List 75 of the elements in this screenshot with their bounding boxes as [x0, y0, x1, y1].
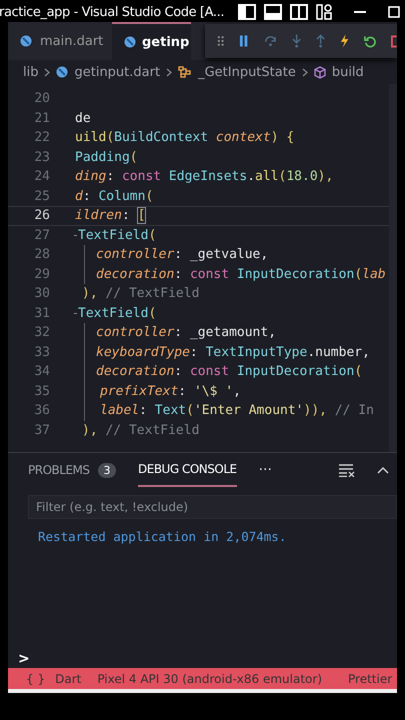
device-status[interactable]: Pixel 4 API 30 (android-x86 emulator) [97, 672, 322, 686]
filter-field[interactable]: Filter (e.g. text, !exclude) [28, 495, 397, 519]
indent-guide [74, 234, 77, 236]
code-line: de [75, 110, 91, 126]
step-into-icon[interactable] [292, 34, 301, 48]
code-line: ildren: [ [75, 208, 146, 224]
breadcrumb-item[interactable]: _GetInputState [198, 64, 296, 80]
code-line: TextField( [78, 306, 156, 321]
line-number: 29 [33, 266, 50, 282]
count-badge: 3 [98, 462, 116, 478]
code-line: TextField( [78, 228, 156, 243]
layout-icon[interactable] [290, 4, 308, 20]
drag-handle-icon[interactable] [217, 35, 224, 47]
braces-icon[interactable]: { } [26, 672, 46, 686]
formatter-status[interactable]: Prettier [348, 672, 392, 686]
chevron-up-icon[interactable] [377, 466, 389, 474]
line-number: 35 [33, 384, 50, 399]
line-number: 33 [33, 344, 50, 360]
console-output: Restarted application in 2,074ms. [38, 529, 288, 544]
line-number: 22 [33, 130, 50, 146]
code-line: ), // TextField [82, 286, 200, 302]
console-prompt[interactable]: > [18, 651, 30, 667]
line-number: 28 [33, 247, 50, 262]
chevron-icon [302, 68, 308, 76]
line-number: 37 [33, 422, 50, 438]
layout-icon[interactable] [238, 4, 256, 20]
line-number: 36 [33, 403, 50, 418]
breadcrumb-item[interactable]: getinput.dart [74, 64, 160, 80]
line-number: 24 [33, 169, 50, 184]
line-number: 31 [33, 306, 50, 321]
clear-console-icon[interactable] [339, 464, 355, 476]
code-line: label: Text('Enter Amount')), // In [100, 403, 374, 418]
code-line: Padding( [75, 150, 138, 165]
code-line: decoration: const InputDecoration( [96, 364, 362, 380]
line-number: 20 [33, 91, 50, 106]
breadcrumb-item[interactable]: lib [23, 64, 38, 80]
line-number: 27 [33, 228, 50, 243]
panel-tab[interactable]: PROBLEMS 3 [28, 453, 116, 487]
code-line: controller: _getvalue, [96, 247, 268, 262]
class-icon [178, 66, 192, 78]
window-title: ractice_app - Visual Studio Code [A... [0, 4, 224, 20]
line-number: 26 [33, 208, 50, 224]
line-number: 25 [33, 188, 50, 204]
code-line: decoration: const InputDecoration(lab [96, 266, 386, 282]
maximize-icon[interactable] [388, 6, 400, 18]
lightning-icon[interactable] [340, 34, 350, 48]
minimize-icon[interactable] [354, 10, 366, 14]
editor-tab[interactable]: getinp [112, 22, 192, 60]
line-number: 30 [33, 286, 50, 302]
code-line: d: Column( [75, 188, 154, 204]
pause-icon[interactable] [239, 35, 249, 47]
chevron-icon [166, 68, 172, 76]
layout-icon[interactable] [316, 4, 332, 20]
line-number: 21 [33, 110, 50, 126]
language-status[interactable]: Dart [55, 672, 82, 686]
editor-tab[interactable]: main.dart [8, 22, 112, 60]
layout-icon[interactable] [264, 4, 282, 20]
step-over-icon[interactable] [264, 35, 277, 47]
code-line: ding: const EdgeInsets.all(18.0), [75, 169, 334, 184]
code-line: ), // TextField [82, 422, 200, 438]
code-line: prefixText: '\$ ', [100, 384, 241, 399]
code-line: controller: _getamount, [96, 325, 276, 340]
step-out-icon[interactable] [316, 34, 326, 48]
line-number: 23 [33, 150, 50, 165]
code-line: keyboardType: TextInputType.number, [96, 344, 370, 360]
chevron-icon [44, 68, 50, 76]
breadcrumb-item[interactable]: build [332, 64, 364, 80]
code-line: uild(BuildContext context) { [75, 130, 294, 146]
more-button[interactable]: ··· [258, 462, 272, 478]
indent-guide [74, 312, 77, 314]
cube-icon [314, 66, 326, 78]
panel-tab[interactable]: DEBUG CONSOLE [138, 453, 237, 487]
line-number: 34 [33, 364, 50, 380]
line-number: 32 [33, 325, 50, 340]
restart-icon[interactable] [364, 34, 376, 48]
